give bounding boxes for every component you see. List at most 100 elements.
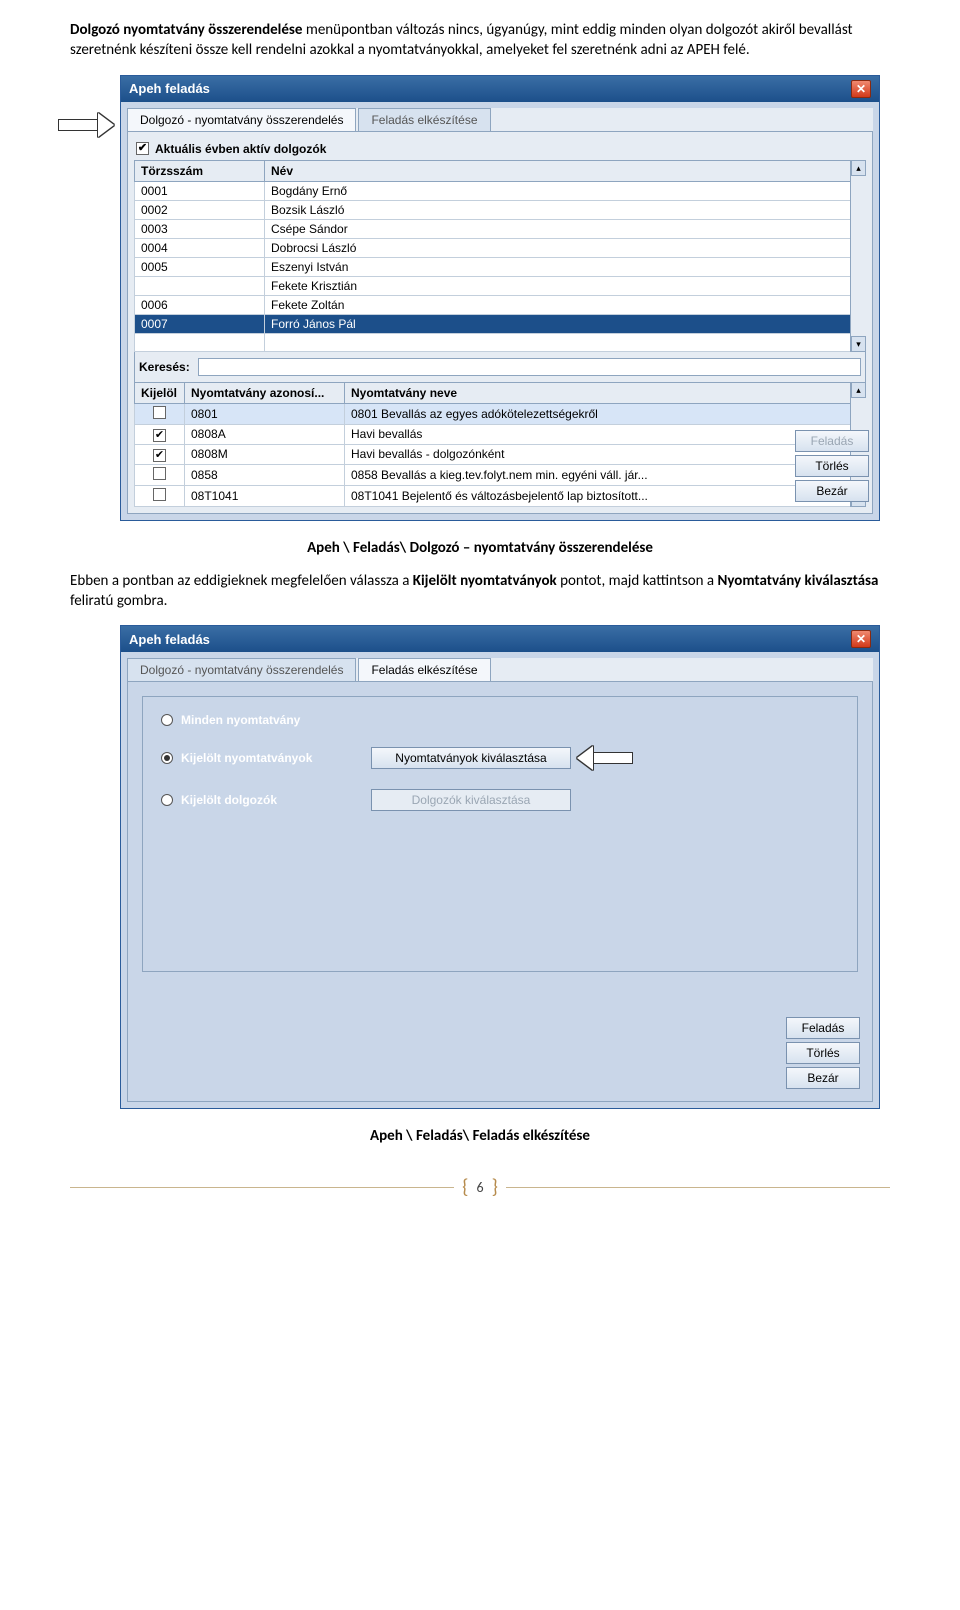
tabbar: Dolgozó - nyomtatvány összerendelés Fela…: [127, 108, 873, 132]
cell-kijelol[interactable]: [135, 464, 185, 485]
cell-nev: Csépe Sándor: [265, 219, 866, 238]
close-icon[interactable]: ✕: [851, 630, 871, 648]
select-forms-button[interactable]: Nyomtatványok kiválasztása: [371, 747, 571, 769]
panel-outer: Minden nyomtatvány Kijelölt nyomtatványo…: [127, 682, 873, 1102]
brace-right-icon: }: [484, 1175, 506, 1199]
bezar-button[interactable]: Bezár: [786, 1067, 860, 1089]
feladas-button[interactable]: Feladás: [795, 430, 869, 452]
col-nyomtatvany-id[interactable]: Nyomtatvány azonosí...: [185, 382, 345, 403]
tab-osszerendeles[interactable]: Dolgozó - nyomtatvány összerendelés: [127, 658, 356, 681]
tab-feladas-elkeszitese[interactable]: Feladás elkészítése: [358, 658, 490, 681]
torles-button[interactable]: Törlés: [786, 1042, 860, 1064]
cell-torzsszam: 0001: [135, 181, 265, 200]
torles-button[interactable]: Törlés: [795, 455, 869, 477]
mid-paragraph: Ebben a pontban az eddigieknek megfelelő…: [70, 571, 890, 612]
window-titlebar: Apeh feladás ✕: [121, 626, 879, 652]
radio-kijelolt-nyomtatvanyok[interactable]: Kijelölt nyomtatványok: [161, 751, 371, 765]
table-row: [135, 333, 866, 351]
scroll-down-icon[interactable]: ▾: [851, 336, 866, 352]
employees-table: Törzsszám Név 0001Bogdány Ernő0002Bozsik…: [134, 160, 866, 352]
checkbox-icon[interactable]: ✔: [136, 142, 149, 155]
tab-osszerendeles[interactable]: Dolgozó - nyomtatvány összerendelés: [127, 108, 356, 131]
table-row[interactable]: 08T104108T1041 Bejelentő és változásbeje…: [135, 485, 866, 506]
radio-icon[interactable]: [161, 714, 173, 726]
radio-minden[interactable]: Minden nyomtatvány: [161, 713, 371, 727]
table-row[interactable]: ✔0808AHavi bevallás: [135, 424, 866, 444]
table-row[interactable]: 0001Bogdány Ernő: [135, 181, 866, 200]
side-buttons: Feladás Törlés Bezár: [786, 1017, 860, 1089]
window-title: Apeh feladás: [129, 632, 210, 647]
col-nyomtatvany-nev[interactable]: Nyomtatvány neve: [345, 382, 866, 403]
bezar-button[interactable]: Bezár: [795, 480, 869, 502]
panel-main: ✔ Aktuális évben aktív dolgozók Törzsszá…: [127, 132, 873, 514]
callout-arrow-icon: [577, 746, 633, 770]
checkbox-icon[interactable]: [153, 488, 166, 501]
col-nev[interactable]: Név: [265, 160, 866, 181]
cell-kijelol[interactable]: [135, 485, 185, 506]
cell-torzsszam: [135, 276, 265, 295]
cell-torzsszam: 0005: [135, 257, 265, 276]
checkbox-icon[interactable]: [153, 467, 166, 480]
scroll-up-icon[interactable]: ▴: [851, 382, 866, 398]
search-input[interactable]: [198, 358, 861, 376]
figure1-caption: Apeh \ Feladás\ Dolgozó – nyomtatvány ös…: [70, 539, 890, 557]
figure2-caption: Apeh \ Feladás\ Feladás elkészítése: [70, 1127, 890, 1145]
table-row[interactable]: Fekete Krisztián: [135, 276, 866, 295]
radio-icon[interactable]: [161, 752, 173, 764]
search-label: Keresés:: [139, 360, 190, 374]
col-kijelol[interactable]: Kijelöl: [135, 382, 185, 403]
cell-nev: Fekete Zoltán: [265, 295, 866, 314]
table-row[interactable]: 0004Dobrocsi László: [135, 238, 866, 257]
cell-torzsszam: 0002: [135, 200, 265, 219]
cell-torzsszam: 0007: [135, 314, 265, 333]
table-row[interactable]: ✔0808MHavi bevallás - dolgozónként: [135, 444, 866, 464]
table-row[interactable]: 08580858 Bevallás a kieg.tev.folyt.nem m…: [135, 464, 866, 485]
figure-1: Apeh feladás ✕ Dolgozó - nyomtatvány öss…: [70, 75, 890, 521]
intro-bold: Dolgozó nyomtatvány összerendelése: [70, 21, 302, 39]
close-icon[interactable]: ✕: [851, 80, 871, 98]
tabbar: Dolgozó - nyomtatvány összerendelés Fela…: [127, 658, 873, 682]
active-year-checkbox-row[interactable]: ✔ Aktuális évben aktív dolgozók: [134, 138, 866, 160]
select-employees-button: Dolgozók kiválasztása: [371, 789, 571, 811]
table-row[interactable]: 0002Bozsik László: [135, 200, 866, 219]
scrollbar[interactable]: ▴ ▾: [850, 160, 866, 352]
table-row[interactable]: 0006Fekete Zoltán: [135, 295, 866, 314]
table-row[interactable]: 08010801 Bevallás az egyes adókötelezett…: [135, 403, 866, 424]
checkbox-icon[interactable]: [153, 406, 166, 419]
p2a: Ebben a pontban az eddigieknek megfelelő…: [70, 572, 413, 590]
scroll-up-icon[interactable]: ▴: [851, 160, 866, 176]
brace-left-icon: {: [454, 1175, 476, 1199]
radio-kijelolt-dolgozok[interactable]: Kijelölt dolgozók: [161, 793, 371, 807]
table-row[interactable]: 0007Forró János Pál: [135, 314, 866, 333]
panel-inner: Minden nyomtatvány Kijelölt nyomtatványo…: [142, 696, 858, 972]
page-number: 6: [476, 1179, 483, 1196]
p2b: Kijelölt nyomtatványok: [413, 572, 557, 590]
cell-nev: Eszenyi István: [265, 257, 866, 276]
table-header-row: Törzsszám Név: [135, 160, 866, 181]
cell-torzsszam: 0003: [135, 219, 265, 238]
feladas-button[interactable]: Feladás: [786, 1017, 860, 1039]
radio-label: Kijelölt dolgozók: [181, 793, 277, 807]
cell-kijelol[interactable]: ✔: [135, 444, 185, 464]
cell-kijelol[interactable]: ✔: [135, 424, 185, 444]
radio-icon[interactable]: [161, 794, 173, 806]
employees-table-wrap: Törzsszám Név 0001Bogdány Ernő0002Bozsik…: [134, 160, 866, 352]
cell-form-id: 0808M: [185, 444, 345, 464]
cell-form-id: 0801: [185, 403, 345, 424]
checkbox-icon[interactable]: ✔: [153, 429, 166, 442]
cell-nev: Dobrocsi László: [265, 238, 866, 257]
checkbox-icon[interactable]: ✔: [153, 449, 166, 462]
col-torzsszam[interactable]: Törzsszám: [135, 160, 265, 181]
p2c: pontot, majd kattintson a: [557, 572, 718, 590]
table-row[interactable]: 0005Eszenyi István: [135, 257, 866, 276]
search-row: Keresés:: [134, 352, 866, 382]
cell-nev: Forró János Pál: [265, 314, 866, 333]
forms-table-wrap: Kijelöl Nyomtatvány azonosí... Nyomtatvá…: [134, 382, 866, 507]
tab-feladas-elkeszitese[interactable]: Feladás elkészítése: [358, 108, 490, 131]
cell-nev: Fekete Krisztián: [265, 276, 866, 295]
cell-form-id: 0808A: [185, 424, 345, 444]
cell-form-id: 0858: [185, 464, 345, 485]
p2e: feliratú gombra.: [70, 592, 167, 610]
table-row[interactable]: 0003Csépe Sándor: [135, 219, 866, 238]
cell-kijelol[interactable]: [135, 403, 185, 424]
